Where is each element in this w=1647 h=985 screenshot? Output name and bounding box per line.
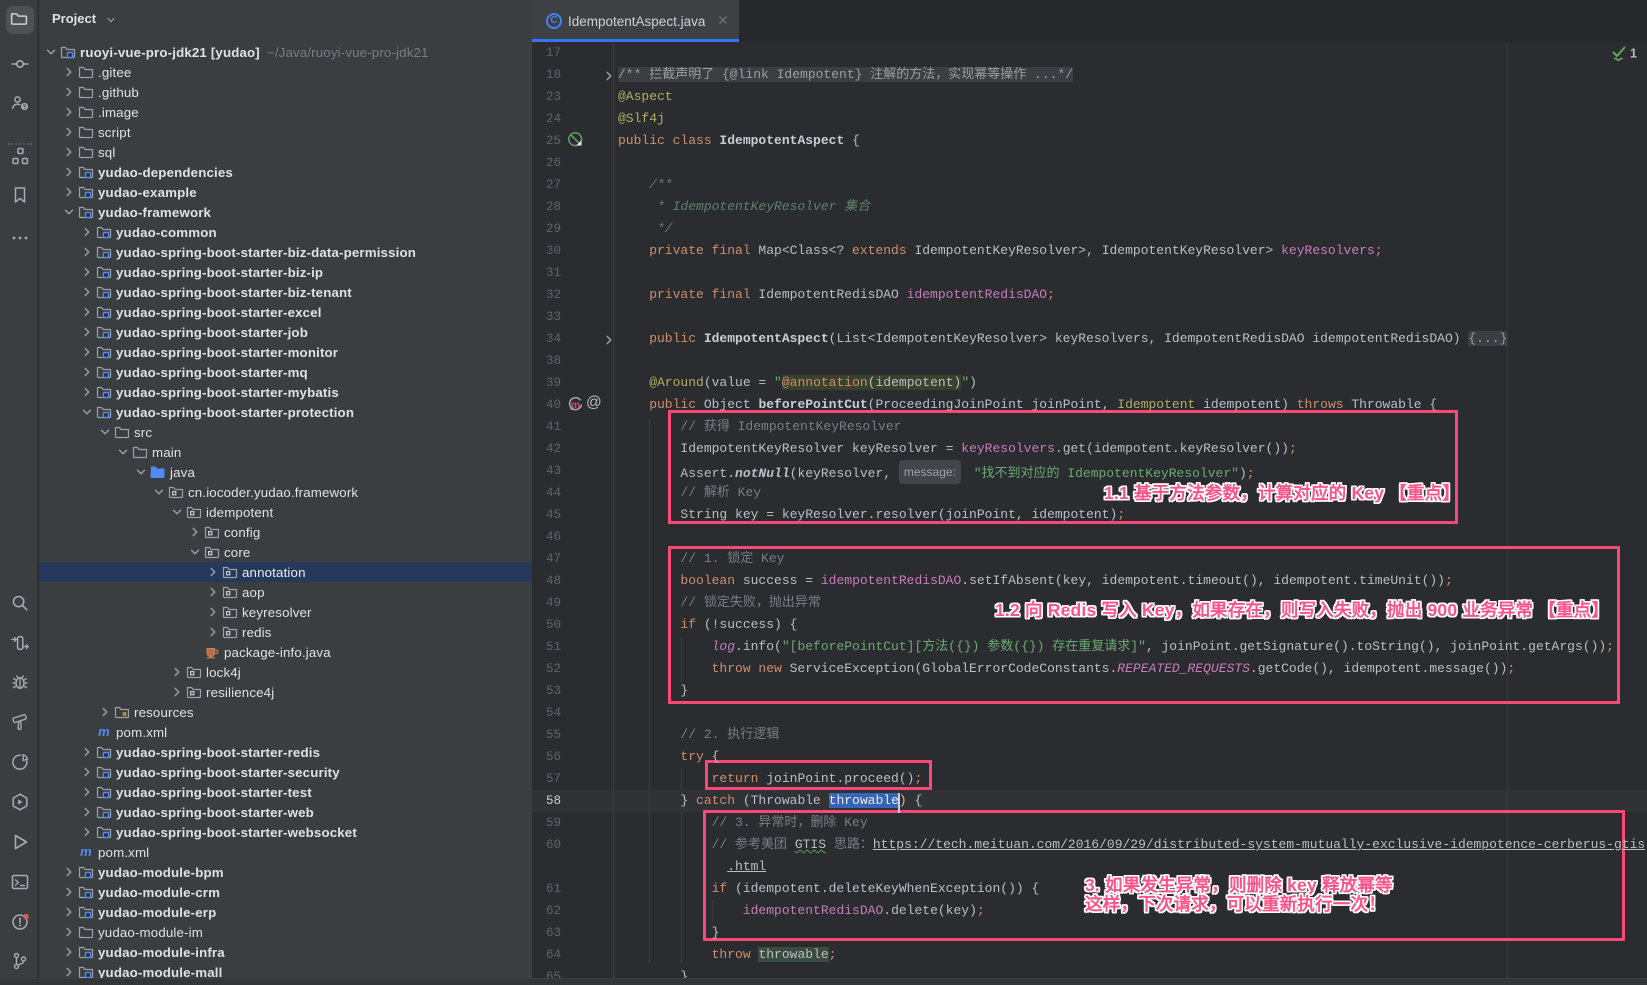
svg-text:?: ? xyxy=(23,104,27,111)
svg-text:m: m xyxy=(571,399,580,411)
